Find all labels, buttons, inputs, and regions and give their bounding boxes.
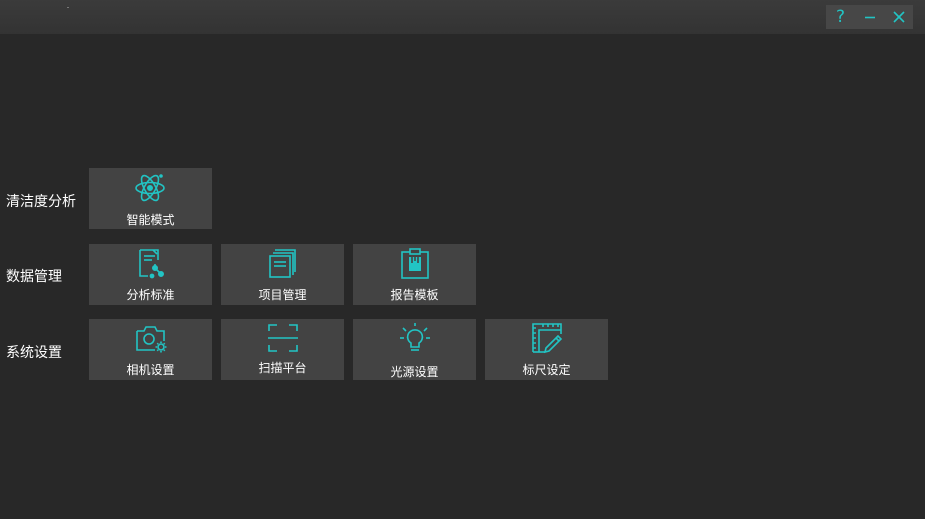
scan-platform-button[interactable]: 扫描平台 bbox=[221, 319, 344, 380]
analysis-standard-button[interactable]: 分析标准 bbox=[89, 244, 212, 305]
tile-label: 智能模式 bbox=[126, 213, 175, 227]
ruler-settings-button[interactable]: 标尺设定 bbox=[485, 319, 608, 380]
document-chart-icon bbox=[139, 249, 164, 279]
title-bar: ? bbox=[0, 0, 925, 34]
stacked-documents-icon bbox=[269, 249, 296, 278]
group-label-cleanliness-analysis: 清洁度分析 bbox=[6, 194, 76, 210]
atom-icon bbox=[135, 174, 165, 202]
light-source-settings-button[interactable]: 光源设置 bbox=[353, 319, 476, 380]
project-management-button[interactable]: 项目管理 bbox=[221, 244, 344, 305]
tile-label: 项目管理 bbox=[258, 288, 307, 302]
tile-label: 光源设置 bbox=[390, 365, 439, 379]
close-button[interactable] bbox=[887, 5, 911, 29]
tile-label: 报告模板 bbox=[390, 288, 439, 302]
smart-mode-button[interactable]: 智能模式 bbox=[89, 168, 212, 229]
help-button[interactable]: ? bbox=[829, 5, 853, 29]
tile-label: 标尺设定 bbox=[522, 363, 571, 377]
report-template-button[interactable]: 报告模板 bbox=[353, 244, 476, 305]
camera-settings-button[interactable]: 相机设置 bbox=[89, 319, 212, 380]
tile-label: 扫描平台 bbox=[258, 361, 307, 375]
camera-gear-icon bbox=[136, 326, 167, 353]
ruler-pencil-icon bbox=[532, 323, 563, 354]
window-controls: ? bbox=[826, 5, 913, 29]
tile-label: 分析标准 bbox=[126, 288, 175, 302]
question-mark-icon: ? bbox=[835, 7, 846, 27]
close-icon bbox=[892, 11, 905, 23]
group-label-data-management: 数据管理 bbox=[6, 269, 62, 285]
tile-label: 相机设置 bbox=[126, 363, 175, 377]
window-title bbox=[67, 7, 69, 8]
clipboard-icon bbox=[401, 248, 429, 279]
scan-frame-icon bbox=[268, 324, 298, 352]
group-label-system-settings: 系统设置 bbox=[6, 345, 62, 361]
minimize-icon bbox=[864, 16, 875, 19]
minimize-button[interactable] bbox=[858, 5, 882, 29]
lightbulb-icon bbox=[400, 323, 430, 351]
